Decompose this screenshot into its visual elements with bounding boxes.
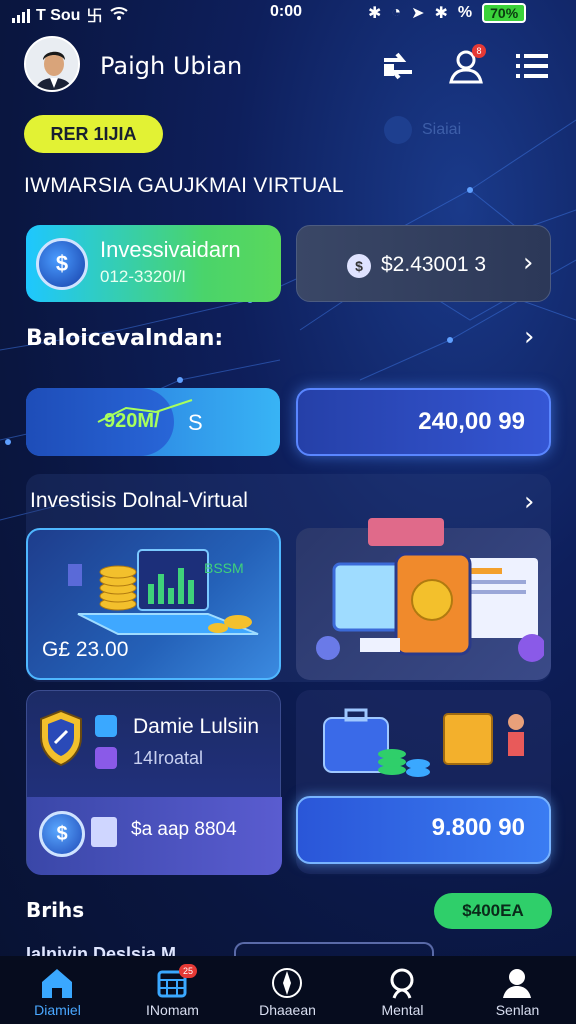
user-name: Paigh Ubian [100, 52, 243, 80]
dollar-coin-icon: $ [36, 238, 88, 290]
clock: 0:00 [270, 3, 303, 20]
carrier-label: T Sou [36, 6, 81, 24]
chart-label: BSSM [204, 560, 244, 576]
faint-dot-icon [384, 116, 412, 144]
dollar-icon: $ [347, 254, 371, 278]
cube-icon [95, 715, 117, 737]
laptop-coins-illustration [68, 549, 259, 635]
stat-left-card[interactable]: 920M/ S [26, 388, 280, 456]
notification-badge: 8 [472, 44, 486, 58]
tab-label: Diamiel [34, 1002, 81, 1018]
footer-row-label: Brihs [26, 898, 85, 922]
tab-compass[interactable]: Dhaaean [230, 956, 345, 1024]
alarm-icon: ◔ [391, 4, 402, 21]
stat-right-card[interactable]: 240,00 99 [296, 388, 551, 456]
investment-amount: G£ 23.00 [42, 638, 129, 661]
stat-right-value: 240,00 99 [418, 408, 525, 435]
gift-icon [91, 817, 117, 847]
invest-card-subtitle: 012-3320I/I [100, 267, 187, 286]
tag-pill[interactable]: RER 1IJIA [24, 115, 163, 153]
search-icon [390, 968, 414, 999]
tab-label: Senlan [495, 1002, 540, 1018]
battery-indicator: 70% [482, 3, 527, 23]
bluetooth-icon: ✱ [368, 5, 382, 22]
avatar[interactable] [24, 36, 80, 92]
tab-calendar[interactable]: 25 INomam [115, 956, 230, 1024]
location-icon: ➤ [411, 5, 425, 22]
investment-wallet-card[interactable] [296, 518, 551, 680]
daily-card-subtitle: 14Iroatal [133, 748, 204, 768]
tab-label: Dhaaean [259, 1002, 316, 1018]
right-card-value: 9.800 90 [431, 814, 525, 841]
chevron-right-icon[interactable]: › [524, 487, 534, 517]
footer-row-cut-box [234, 942, 434, 956]
section-title: IWMARSIA GAUJKMAI VIRTUAL [24, 174, 344, 197]
tab-profile[interactable]: Senlan [460, 956, 575, 1024]
profile-icon [503, 969, 531, 998]
compass-icon [272, 968, 302, 998]
stat-left-suffix: S [188, 410, 203, 435]
footer-row-cut-text: Ialnivin Deslsia M [26, 944, 177, 956]
menu-icon[interactable] [512, 46, 552, 86]
wifi-icon [109, 5, 129, 26]
right-card[interactable]: 9.800 90 [296, 690, 551, 874]
carrier-extra: ࿕ [86, 9, 103, 26]
tab-badge: 25 [179, 964, 197, 978]
signal-icon [12, 8, 30, 23]
investment-laptop-card[interactable]: BSSM G£ 23.00 [26, 528, 281, 680]
tab-search[interactable]: Mental [345, 956, 460, 1024]
tab-label: INomam [146, 1002, 199, 1018]
shield-icon [40, 709, 82, 767]
daily-card[interactable]: Damie Lulsiin 14Iroatal $ $a aap 8804 [26, 690, 282, 875]
invest-card-title: Invessivaidarn [100, 237, 241, 262]
chevron-right-icon[interactable]: › [524, 322, 534, 352]
dollar-coin-icon: $ [39, 811, 85, 857]
footer-row-button[interactable]: $400EA [434, 893, 552, 929]
home-icon [42, 969, 72, 998]
balance-section-title: Baloicevalndan: [26, 326, 224, 351]
tab-label: Mental [381, 1002, 424, 1018]
invest-card[interactable]: $ Invessivaidarn 012-3320I/I [26, 225, 281, 302]
daily-card-title: Damie Lulsiin [133, 715, 260, 738]
status-percent: % [457, 4, 473, 21]
balance-card[interactable]: $ $2.43001 3 › [296, 225, 551, 302]
status-bar: T Sou ࿕ 0:00 ✱ ◔ ➤ ✱ % 70% [0, 0, 576, 26]
balance-card-value: $2.43001 3 [381, 253, 487, 276]
wallet-documents-illustration [316, 518, 544, 662]
investments-title: Investisis Dolnal-Virtual [30, 489, 248, 512]
daily-card-amount: $a aap 8804 [131, 819, 237, 840]
vibrate-icon: ✱ [434, 5, 448, 22]
profile-notification-icon[interactable]: 8 [446, 44, 486, 86]
faint-label: Siaiai [384, 116, 461, 144]
bottom-tab-bar: Diamiel 25 INomam Dhaaean Mental Senlan [0, 956, 576, 1024]
cube-icon [95, 747, 117, 769]
stat-left-value: 920M/ [104, 410, 160, 432]
tab-home[interactable]: Diamiel [0, 956, 115, 1024]
chevron-right-icon[interactable]: › [523, 248, 533, 278]
briefcase-chest-illustration [323, 708, 524, 777]
transfer-icon[interactable] [378, 46, 418, 86]
